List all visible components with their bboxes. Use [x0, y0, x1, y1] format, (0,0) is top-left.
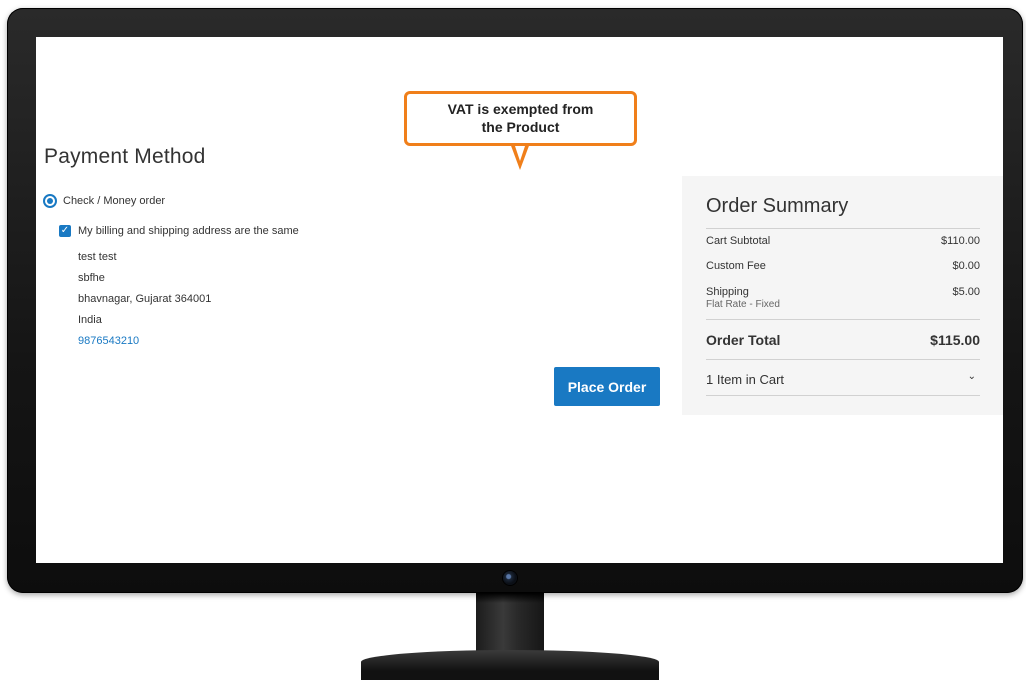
- address-name: test test: [78, 251, 117, 263]
- screen: Payment Method Check / Money order ✓ My …: [36, 37, 1003, 563]
- custom-fee-label: Custom Fee: [706, 260, 766, 272]
- shipping-method: Flat Rate - Fixed: [706, 299, 780, 310]
- shipping-label: Shipping: [706, 286, 749, 298]
- place-order-button[interactable]: Place Order: [554, 367, 660, 406]
- annotation-callout: VAT is exempted from the Product: [404, 91, 637, 146]
- payment-option-label: Check / Money order: [63, 195, 166, 207]
- billing-address: test test sbfhe bhavnagar, Gujarat 36400…: [78, 249, 211, 354]
- radio-selected-icon[interactable]: [43, 194, 57, 208]
- monitor-stand-base: [361, 650, 659, 680]
- address-street: sbfhe: [78, 272, 105, 284]
- same-address-option[interactable]: ✓ My billing and shipping address are th…: [59, 225, 299, 237]
- custom-fee-value: $0.00: [952, 260, 980, 272]
- chevron-down-icon[interactable]: ⌄: [968, 371, 976, 382]
- payment-method-title: Payment Method: [44, 145, 206, 168]
- summary-divider: [706, 359, 980, 360]
- order-total-label: Order Total: [706, 332, 781, 348]
- shipping-value: $5.00: [952, 286, 980, 298]
- items-in-cart-toggle[interactable]: 1 Item in Cart ⌄: [706, 371, 980, 387]
- address-city: bhavnagar, Gujarat 364001: [78, 293, 212, 305]
- order-total-value: $115.00: [930, 332, 980, 348]
- order-summary-title: Order Summary: [706, 195, 849, 217]
- same-address-label: My billing and shipping address are the …: [78, 225, 299, 237]
- address-country: India: [78, 314, 102, 326]
- summary-divider: [706, 228, 980, 229]
- monitor-stand-shadow: [476, 593, 544, 603]
- callout-line-1: VAT is exempted from: [447, 101, 594, 117]
- summary-divider: [706, 395, 980, 396]
- checkbox-checked-icon[interactable]: ✓: [59, 225, 71, 237]
- webcam-icon: [503, 571, 517, 585]
- cart-subtotal-value: $110.00: [941, 235, 980, 247]
- cart-subtotal-label: Cart Subtotal: [706, 235, 771, 247]
- address-phone-link[interactable]: 9876543210: [78, 333, 211, 354]
- order-summary-panel: Order Summary Cart Subtotal $110.00 Cust…: [682, 176, 1003, 415]
- callout-line-2: the Product: [481, 119, 560, 135]
- summary-divider: [706, 319, 980, 320]
- items-in-cart-label: 1 Item in Cart: [706, 372, 785, 387]
- payment-option-check-money-order[interactable]: Check / Money order: [43, 194, 165, 208]
